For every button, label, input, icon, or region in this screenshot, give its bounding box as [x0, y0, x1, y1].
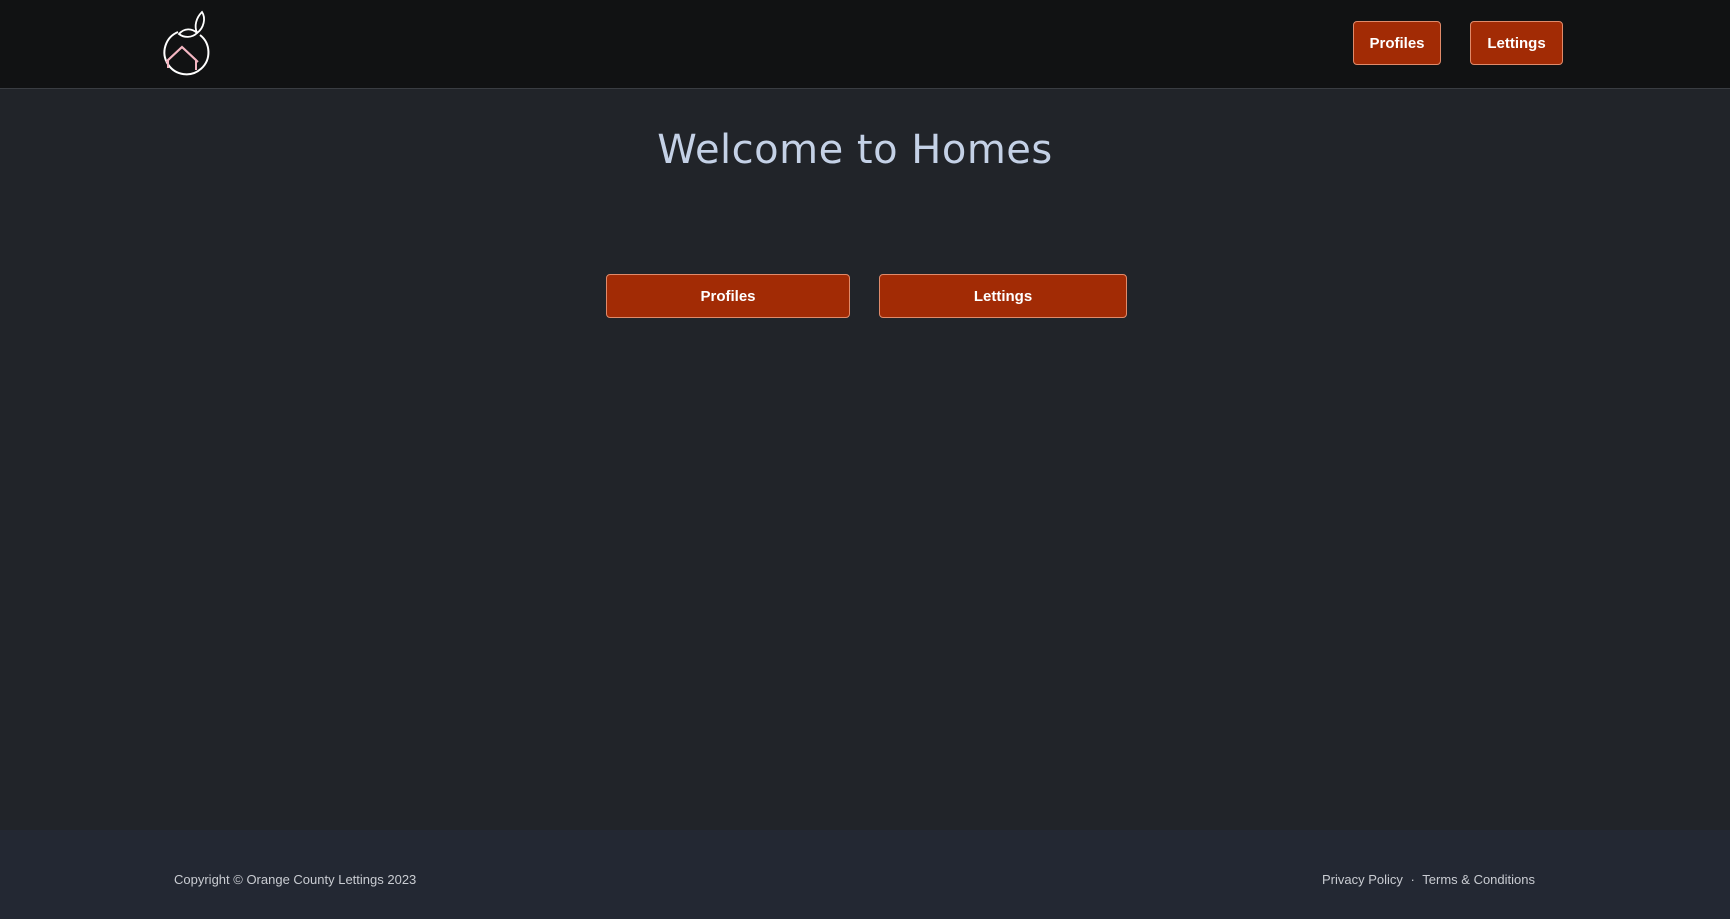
profiles-button[interactable]: Profiles: [606, 274, 850, 318]
footer-separator: ·: [1410, 872, 1415, 887]
footer-links: Privacy Policy · Terms & Conditions: [1322, 872, 1535, 887]
copyright-text: Copyright © Orange County Lettings 2023: [174, 872, 417, 887]
lettings-button[interactable]: Lettings: [879, 274, 1127, 318]
orange-house-logo-icon: [163, 10, 210, 76]
main-content: Welcome to Homes Profiles Lettings: [0, 89, 1730, 830]
top-navbar: Profiles Lettings: [0, 0, 1730, 89]
home-logo-link[interactable]: [156, 8, 212, 80]
footer: Copyright © Orange County Lettings 2023 …: [0, 830, 1730, 919]
terms-conditions-link[interactable]: Terms & Conditions: [1422, 872, 1535, 887]
nav-profiles-button[interactable]: Profiles: [1353, 21, 1441, 65]
privacy-policy-link[interactable]: Privacy Policy: [1322, 872, 1403, 887]
page-title: Welcome to Homes: [657, 127, 1053, 173]
nav-lettings-button[interactable]: Lettings: [1470, 21, 1563, 65]
